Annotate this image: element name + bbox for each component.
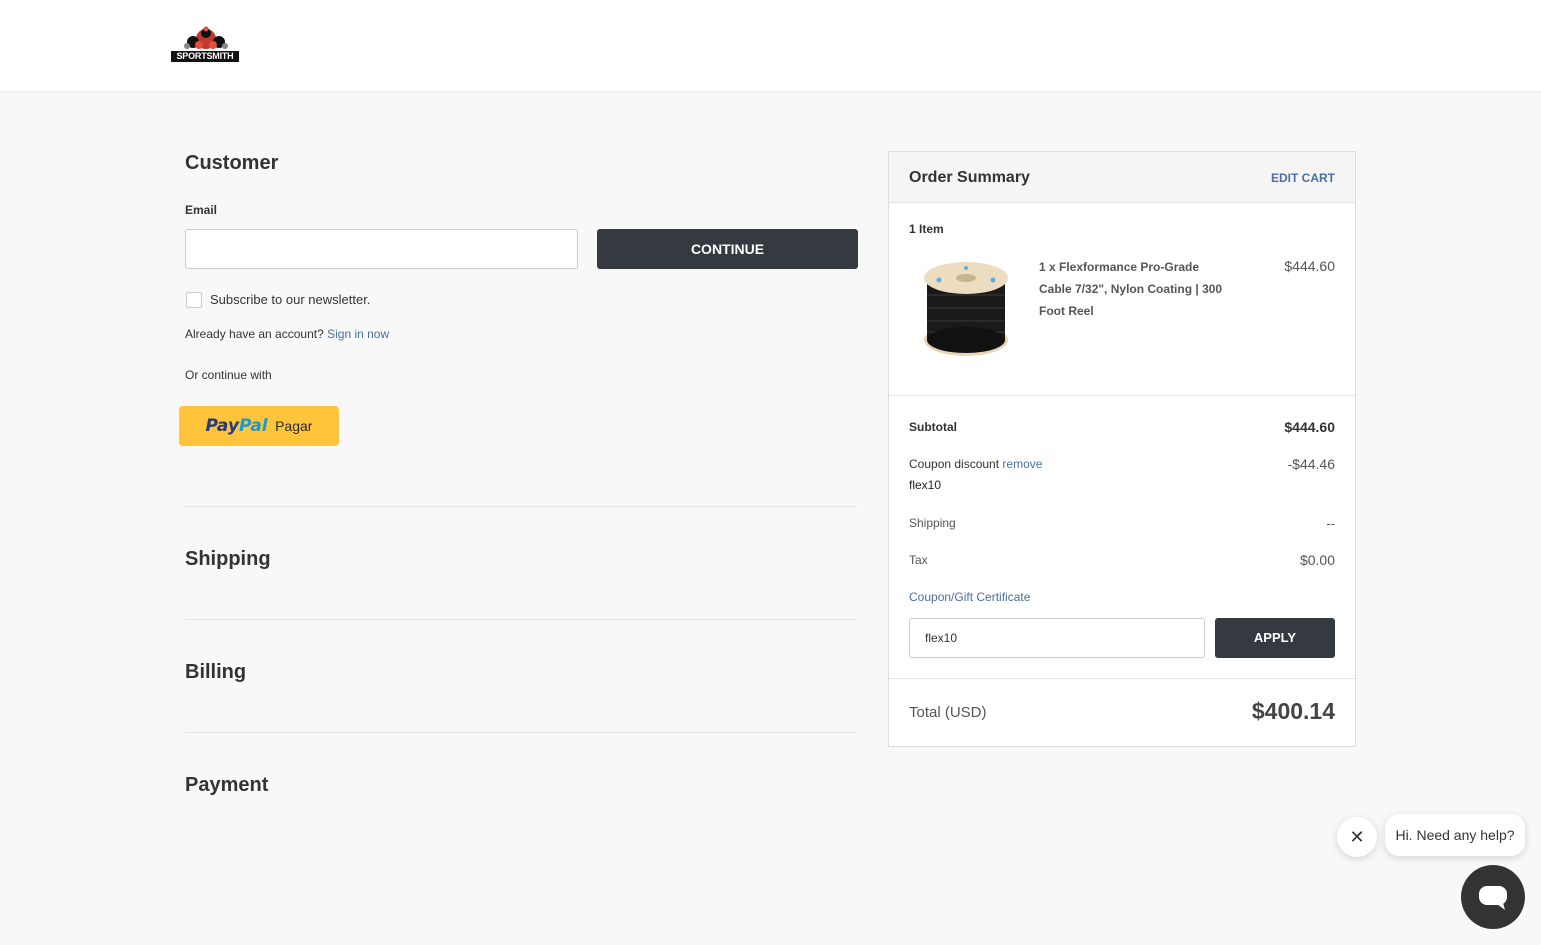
paypal-button[interactable]: PayPal Pagar bbox=[179, 406, 339, 446]
continue-button[interactable]: CONTINUE bbox=[597, 229, 858, 269]
email-input[interactable] bbox=[185, 229, 578, 269]
apply-coupon-button[interactable]: APPLY bbox=[1215, 618, 1335, 658]
subtotal-label: Subtotal bbox=[909, 420, 957, 434]
order-summary-header: Order Summary EDIT CART bbox=[889, 152, 1355, 203]
divider bbox=[185, 619, 857, 620]
item-count: 1 Item bbox=[909, 222, 944, 236]
or-continue-label: Or continue with bbox=[185, 368, 272, 382]
account-prompt-line: Already have an account? Sign in now bbox=[185, 327, 389, 341]
tax-value: $0.00 bbox=[1299, 552, 1335, 568]
sportsmith-logo[interactable]: SPORTSMITH bbox=[171, 25, 241, 65]
chat-icon bbox=[1479, 886, 1507, 910]
site-header: SPORTSMITH bbox=[0, 0, 1541, 91]
item-name-line: Foot Reel bbox=[1039, 304, 1094, 318]
newsletter-label: Subscribe to our newsletter. bbox=[210, 292, 371, 307]
coupon-gift-certificate-link[interactable]: Coupon/Gift Certificate bbox=[909, 590, 1030, 604]
subtotal-value: $444.60 bbox=[1284, 419, 1335, 435]
item-name: 1 x Flexformance Pro-Grade Cable 7/32", … bbox=[1039, 256, 1222, 322]
divider bbox=[889, 678, 1355, 679]
shipping-value: -- bbox=[1326, 516, 1335, 531]
paypal-action: Pagar bbox=[275, 418, 313, 434]
order-summary: Order Summary EDIT CART 1 Item 1 x Flexf… bbox=[888, 151, 1356, 747]
newsletter-checkbox[interactable] bbox=[186, 292, 202, 308]
close-icon: ✕ bbox=[1349, 827, 1365, 847]
total-value: $400.14 bbox=[1251, 698, 1335, 724]
paypal-logo-pay: Pay bbox=[205, 416, 239, 436]
account-prompt: Already have an account? bbox=[185, 327, 324, 341]
coupon-code-input[interactable]: flex10 bbox=[909, 618, 1205, 658]
logo-emblem-icon bbox=[184, 26, 228, 49]
coupon-code: flex10 bbox=[909, 478, 942, 492]
chat-greeting-bubble[interactable]: Hi. Need any help? bbox=[1385, 814, 1525, 856]
sign-in-link[interactable]: Sign in now bbox=[327, 327, 389, 341]
order-summary-title: Order Summary bbox=[909, 169, 1030, 186]
payment-title[interactable]: Payment bbox=[185, 774, 268, 797]
coupon-remove-link[interactable]: remove bbox=[1002, 457, 1042, 471]
coupon-discount-value: -$44.46 bbox=[1287, 456, 1335, 472]
logo-wordmark: SPORTSMITH bbox=[171, 51, 239, 62]
tax-label: Tax bbox=[909, 553, 928, 567]
divider bbox=[185, 506, 857, 507]
billing-title[interactable]: Billing bbox=[185, 661, 246, 684]
divider bbox=[185, 732, 857, 733]
shipping-label: Shipping bbox=[909, 516, 956, 530]
email-label: Email bbox=[185, 203, 218, 217]
total-label: Total (USD) bbox=[909, 704, 987, 721]
divider bbox=[889, 395, 1355, 396]
shipping-title[interactable]: Shipping bbox=[185, 548, 271, 571]
chat-close-button[interactable]: ✕ bbox=[1337, 817, 1377, 857]
paypal-logo-pal: Pal bbox=[238, 416, 268, 436]
coupon-discount-line: Coupon discount remove bbox=[909, 457, 1042, 471]
product-image bbox=[924, 262, 1008, 356]
edit-cart-link[interactable]: EDIT CART bbox=[1271, 171, 1335, 185]
coupon-discount-label: Coupon discount bbox=[909, 457, 1000, 471]
customer-title: Customer bbox=[185, 152, 279, 174]
item-name-line: 1 x Flexformance Pro-Grade bbox=[1039, 260, 1200, 274]
chat-launcher-button[interactable] bbox=[1461, 865, 1525, 929]
item-price: $444.60 bbox=[1284, 258, 1335, 274]
item-name-line: Cable 7/32", Nylon Coating | 300 bbox=[1039, 282, 1223, 296]
